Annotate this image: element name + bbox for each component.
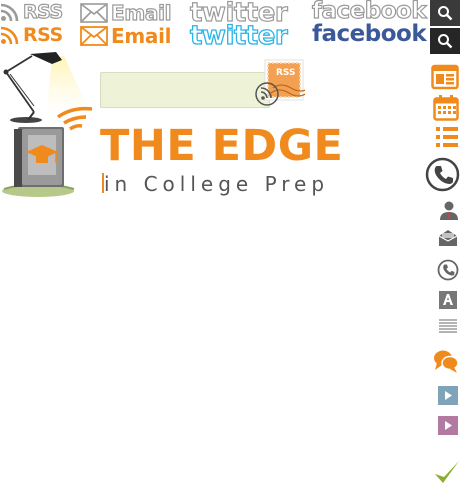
search-submit-button[interactable]	[430, 28, 460, 54]
rss-button[interactable]: RSS	[0, 24, 63, 46]
search-button[interactable]	[430, 0, 460, 26]
site-subtitle: in College Prep	[104, 172, 330, 196]
email-label: Email	[110, 0, 172, 25]
calendar-icon	[433, 95, 459, 121]
font-size-icon	[439, 291, 457, 309]
book-grad-cap-logo	[2, 106, 93, 197]
email-grey-button[interactable]: Email	[80, 0, 172, 26]
next-purple-button[interactable]	[437, 415, 458, 435]
email-button[interactable]: Email	[80, 24, 172, 48]
news-button[interactable]	[430, 63, 460, 91]
mail-button[interactable]	[437, 228, 459, 248]
envelope-icon	[80, 26, 108, 46]
chat-button[interactable]	[432, 347, 460, 375]
phone-circle-icon	[425, 157, 460, 192]
rss-label: RSS	[23, 24, 63, 46]
site-title: THE EDGE	[100, 121, 344, 171]
search-input[interactable]	[100, 72, 270, 108]
phone-button[interactable]	[436, 258, 460, 282]
news-icon	[431, 64, 459, 90]
confirm-button[interactable]	[433, 458, 460, 486]
facebook-button[interactable]: facebook	[312, 21, 427, 47]
checkmark-icon	[434, 461, 459, 483]
next-blue-button[interactable]	[437, 385, 458, 405]
twitter-button[interactable]: twitter	[189, 20, 288, 51]
rss-stamp-label: RSS	[276, 68, 296, 78]
rss-stamp[interactable]: RSS	[253, 58, 310, 113]
arrow-right-blue-icon	[437, 385, 458, 405]
person-icon	[440, 201, 458, 220]
rss-icon	[0, 3, 19, 22]
rss-label: RSS	[22, 0, 63, 23]
search-icon	[438, 6, 453, 21]
rss-grey-button[interactable]: RSS	[0, 0, 64, 24]
rss-stamp-icon	[255, 59, 310, 106]
arrow-right-purple-icon	[437, 415, 458, 435]
text-view-button[interactable]	[438, 318, 458, 336]
chat-icon	[434, 350, 459, 373]
phone-icon	[437, 259, 459, 281]
rss-icon	[0, 26, 19, 45]
list-button[interactable]	[434, 124, 460, 150]
contact-phone-button[interactable]	[425, 157, 460, 192]
search-icon	[438, 34, 453, 49]
envelope-icon	[80, 3, 108, 23]
person-button[interactable]	[438, 199, 460, 221]
font-size-button[interactable]	[438, 290, 458, 310]
email-label: Email	[111, 24, 172, 48]
mail-icon	[438, 230, 458, 246]
list-icon	[436, 127, 458, 147]
facebook-label: facebook	[312, 21, 427, 47]
calendar-button[interactable]	[432, 94, 460, 122]
text-lines-icon	[439, 319, 457, 333]
twitter-label: twitter	[189, 20, 288, 51]
